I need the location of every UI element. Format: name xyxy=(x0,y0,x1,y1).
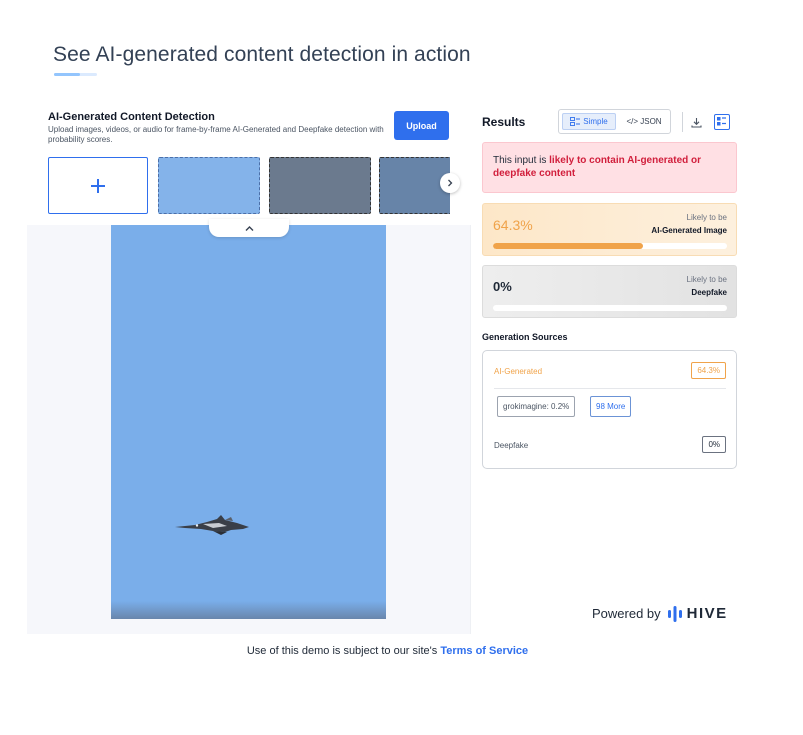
sample-thumbnails xyxy=(48,157,450,214)
sample-thumbnail[interactable] xyxy=(158,157,260,214)
heading-underline xyxy=(54,73,97,76)
deepfake-score-value: 0% xyxy=(493,279,512,294)
source-deepfake-value: 0% xyxy=(702,436,726,453)
ai-score-label-top: Likely to be xyxy=(686,213,727,222)
deepfake-score-label-top: Likely to be xyxy=(686,275,727,284)
add-media-button[interactable] xyxy=(48,157,148,214)
view-toggle: Simple </> JSON xyxy=(558,109,671,134)
simple-view-label: Simple xyxy=(583,117,608,126)
chevron-right-icon xyxy=(448,179,453,187)
hive-logo[interactable]: HIVE xyxy=(667,605,728,622)
upload-title: AI-Generated Content Detection xyxy=(48,111,215,123)
deepfake-score-bar xyxy=(493,305,727,311)
source-ai-value: 64.3% xyxy=(691,362,726,379)
json-view-tab[interactable]: </> JSON xyxy=(619,113,669,130)
powered-by-text: Powered by xyxy=(592,606,661,621)
generation-sources-title: Generation Sources xyxy=(482,332,568,342)
source-ai-label: AI-Generated xyxy=(494,367,543,376)
powered-by: Powered by HIVE xyxy=(592,605,728,622)
fighter-jet-image xyxy=(175,515,249,535)
download-icon xyxy=(690,117,702,128)
chevron-up-icon xyxy=(245,225,253,231)
ai-score-bar-fill xyxy=(493,243,644,249)
list-icon xyxy=(570,117,581,126)
collapse-header-button[interactable] xyxy=(209,219,289,237)
page-heading: See AI-generated content detection in ac… xyxy=(53,43,471,66)
footer-notice: Use of this demo is subject to our site'… xyxy=(0,645,775,657)
ai-score-value: 64.3% xyxy=(493,217,533,233)
more-sources-button[interactable]: 98 More xyxy=(590,396,632,417)
source-deepfake-label: Deepfake xyxy=(494,441,529,450)
layout-toggle-button[interactable] xyxy=(714,114,730,130)
ai-generated-score-card: 64.3% Likely to be AI-Generated Image xyxy=(482,203,737,256)
terms-of-service-link[interactable]: Terms of Service xyxy=(440,645,528,657)
hive-logo-icon xyxy=(667,605,682,622)
demo-panel: AI-Generated Content Detection Upload im… xyxy=(27,101,471,634)
toolbar-divider xyxy=(682,112,683,132)
deepfake-score-label: Deepfake xyxy=(691,288,727,297)
download-button[interactable] xyxy=(689,115,703,129)
upload-header: AI-Generated Content Detection Upload im… xyxy=(27,101,471,225)
ai-score-bar xyxy=(493,243,727,249)
upload-button[interactable]: Upload xyxy=(394,111,449,140)
simple-view-tab[interactable]: Simple xyxy=(562,113,616,130)
media-preview xyxy=(111,225,386,619)
hive-logo-text: HIVE xyxy=(686,605,728,622)
next-thumbnails-button[interactable] xyxy=(440,173,460,193)
sample-thumbnail[interactable] xyxy=(269,157,371,214)
plus-icon xyxy=(91,178,105,193)
layout-icon xyxy=(717,117,726,126)
ai-score-label: AI-Generated Image xyxy=(651,226,727,235)
sources-divider xyxy=(494,388,726,389)
detection-alert: This input is likely to contain AI-gener… xyxy=(482,142,737,193)
alert-prefix: This input is xyxy=(493,155,550,166)
results-title: Results xyxy=(482,115,526,129)
deepfake-score-card: 0% Likely to be Deepfake xyxy=(482,265,737,318)
upload-description: Upload images, videos, or audio for fram… xyxy=(48,125,384,144)
source-chip-grokimagine: grokimagine: 0.2% xyxy=(497,396,576,417)
footer-text: Use of this demo is subject to our site'… xyxy=(246,645,441,657)
generation-sources-box: AI-Generated 64.3% grokimagine: 0.2% 98 … xyxy=(482,350,737,469)
